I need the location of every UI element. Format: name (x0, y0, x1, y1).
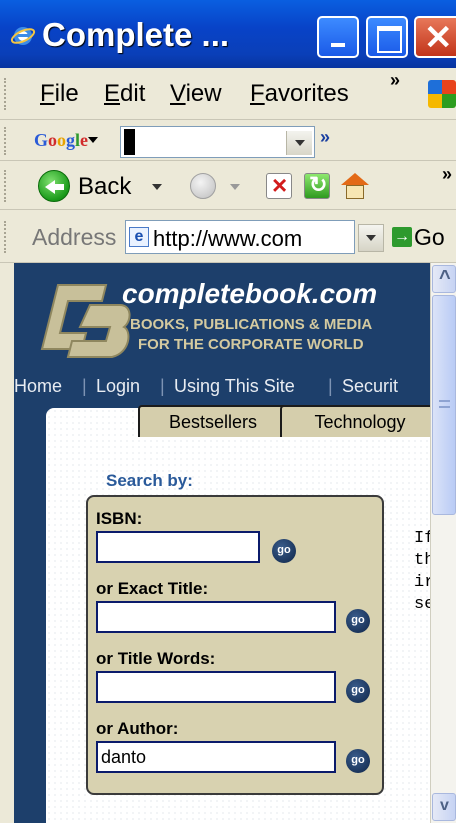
home-icon (341, 173, 369, 185)
address-url[interactable]: http://www.com (153, 226, 353, 252)
toolbar-grip[interactable] (4, 221, 8, 253)
windows-logo-icon (428, 80, 456, 108)
google-toolbar: Google » (0, 121, 456, 161)
address-label: Address (32, 224, 117, 250)
go-arrow-icon[interactable]: → (392, 227, 412, 247)
site-name[interactable]: completebook.com (122, 278, 377, 310)
text-caret (124, 129, 135, 155)
scroll-thumb[interactable] (432, 295, 456, 515)
menu-overflow-chevron[interactable]: » (390, 70, 400, 91)
side-text-line: th (414, 551, 430, 570)
close-icon: ✕ (424, 19, 453, 57)
exact-title-go-button[interactable]: go (346, 609, 370, 633)
menu-view[interactable]: View (170, 80, 222, 108)
side-text-line: If (414, 529, 430, 548)
scroll-up-button[interactable] (432, 265, 456, 293)
isbn-input[interactable] (96, 531, 260, 563)
google-menu-arrow-icon[interactable] (88, 137, 98, 143)
isbn-go-button[interactable]: go (272, 539, 296, 563)
internet-explorer-icon (10, 27, 36, 45)
completebook-logo[interactable] (28, 281, 134, 365)
address-bar: Address e http://www.com → Go (0, 211, 456, 263)
toolbar-grip[interactable] (4, 127, 8, 155)
stop-button[interactable] (266, 170, 292, 201)
back-button[interactable] (38, 170, 70, 202)
title-words-input[interactable] (96, 671, 336, 703)
back-arrow-icon (45, 180, 64, 194)
back-history-arrow-icon[interactable] (152, 184, 162, 190)
refresh-button[interactable] (304, 172, 330, 199)
toolbar-overflow-chevron[interactable]: » (442, 164, 452, 185)
isbn-label: ISBN: (96, 509, 143, 528)
title-words-go-button[interactable]: go (346, 679, 370, 703)
author-label: or Author: (96, 719, 179, 738)
standard-toolbar: Back » (0, 162, 456, 210)
google-logo[interactable]: Google (34, 130, 88, 151)
nav-using-this-site[interactable]: Using This Site (174, 376, 295, 397)
title-bar: Complete ... ✕ (0, 0, 456, 68)
menu-file[interactable]: File (40, 80, 79, 108)
search-title: Search by: (106, 471, 193, 490)
toolbar-grip[interactable] (4, 78, 8, 110)
grip-icon (439, 400, 450, 408)
exact-title-input[interactable] (96, 601, 336, 633)
toolbar-grip[interactable] (4, 170, 8, 202)
menu-favorites[interactable]: Favorites (250, 80, 349, 108)
vertical-scrollbar[interactable] (430, 263, 456, 823)
go-button[interactable]: Go (414, 224, 445, 251)
close-button[interactable]: ✕ (414, 16, 456, 58)
search-form: ISBN: go or Exact Title: go or Title Wor… (86, 495, 384, 795)
nav-security[interactable]: Securit (342, 376, 398, 397)
page-content: completebook.com BOOKS, PUBLICATIONS & M… (14, 263, 430, 823)
minimize-button[interactable] (317, 16, 359, 58)
author-input[interactable] (96, 741, 336, 773)
nav-login[interactable]: Login (96, 376, 140, 397)
author-go-button[interactable]: go (346, 749, 370, 773)
address-dropdown[interactable] (358, 224, 384, 252)
chevron-down-icon (366, 235, 376, 241)
google-search-dropdown[interactable] (286, 131, 312, 155)
site-tagline: BOOKS, PUBLICATIONS & MEDIA FOR THE CORP… (130, 316, 373, 353)
site-nav: Home | Login | Using This Site | Securit (14, 376, 399, 397)
nav-home[interactable]: Home (14, 376, 62, 397)
menu-edit[interactable]: Edit (104, 80, 145, 108)
window-title: Complete ... (42, 16, 230, 53)
tab-bestsellers[interactable]: Bestsellers (138, 405, 288, 437)
page-icon: e (129, 227, 149, 247)
home-button[interactable] (341, 173, 369, 199)
back-label[interactable]: Back (78, 173, 131, 201)
side-text-line: se (414, 595, 430, 614)
address-input[interactable]: e http://www.com (125, 220, 355, 254)
chevron-down-icon (295, 140, 305, 146)
maximize-button[interactable] (366, 16, 408, 58)
exact-title-label: or Exact Title: (96, 579, 209, 598)
scroll-down-button[interactable] (432, 793, 456, 821)
menu-bar: File Edit View Favorites » (0, 68, 456, 120)
google-search-arrow-icon[interactable]: » (320, 127, 330, 148)
title-words-label: or Title Words: (96, 649, 216, 668)
tab-technology[interactable]: Technology (280, 405, 430, 437)
forward-button[interactable] (190, 173, 216, 199)
side-text-line: ir (414, 573, 430, 592)
forward-history-arrow-icon[interactable] (230, 184, 240, 190)
